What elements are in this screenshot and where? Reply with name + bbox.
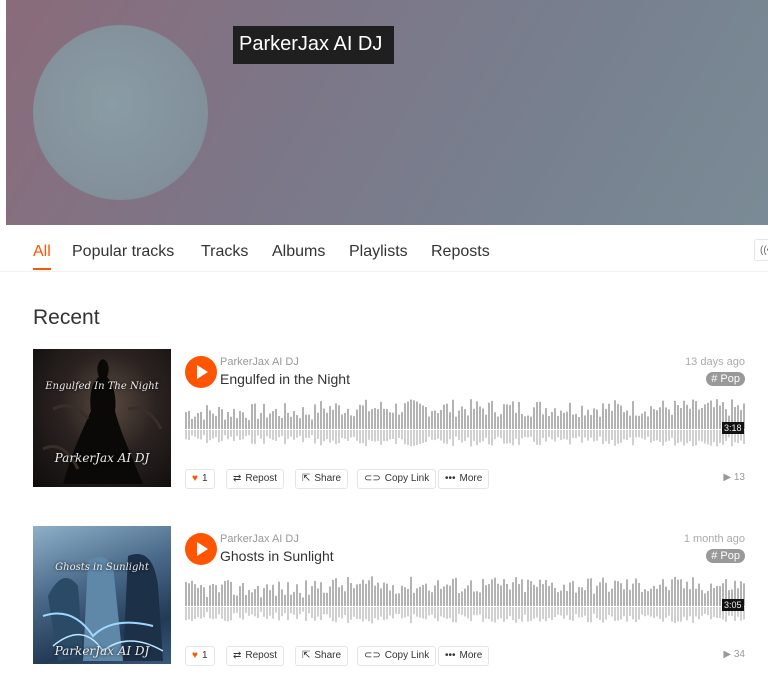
tab-all[interactable]: All — [33, 243, 51, 270]
share-label: Share — [314, 650, 342, 661]
tab-albums[interactable]: Albums — [272, 243, 325, 261]
like-button[interactable]: ♥ 1 — [185, 469, 215, 489]
copy-link-button[interactable]: ⊂⊃ Copy Link — [357, 469, 437, 489]
copy-link-label: Copy Link — [384, 650, 430, 661]
track-title[interactable]: Ghosts in Sunlight — [220, 548, 334, 564]
play-button[interactable] — [185, 356, 217, 388]
more-label: More — [459, 473, 483, 484]
share-button[interactable]: ⇱ Share — [295, 646, 349, 666]
track-artwork[interactable]: Ghosts in Sunlight ParkerJax AI DJ — [33, 526, 171, 664]
repost-button[interactable]: ⇄ Repost — [226, 469, 285, 489]
section-title: Recent — [33, 306, 100, 329]
track-item: Ghosts in Sunlight ParkerJax AI DJ Parke… — [0, 526, 768, 676]
tab-reposts[interactable]: Reposts — [431, 243, 490, 261]
more-button[interactable]: ••• More — [438, 646, 490, 666]
more-icon: ••• — [445, 473, 456, 484]
play-count-icon: ▶ — [723, 649, 734, 660]
copy-link-label: Copy Link — [384, 473, 430, 484]
play-count-value: 34 — [733, 649, 745, 660]
more-button[interactable]: ••• More — [438, 469, 490, 489]
track-timestamp: 1 month ago — [683, 533, 745, 545]
artwork-signature: ParkerJax AI DJ — [54, 451, 150, 465]
profile-header: ParkerJax AI DJ — [6, 0, 768, 225]
like-button[interactable]: ♥ 1 — [185, 646, 215, 666]
track-artwork[interactable]: Engulfed In The Night ParkerJax AI DJ — [33, 349, 171, 487]
repost-icon: ⇄ — [233, 650, 242, 661]
waveform[interactable] — [185, 397, 745, 449]
more-label: More — [459, 650, 483, 661]
heart-icon: ♥ — [192, 650, 198, 661]
play-count: ▶ 34 — [723, 649, 745, 660]
track-timestamp: 13 days ago — [685, 356, 745, 368]
artwork-signature: ParkerJax AI DJ — [54, 644, 150, 658]
share-icon: ⇱ — [302, 473, 311, 484]
track-artist[interactable]: ParkerJax AI DJ — [220, 356, 299, 368]
genre-tag[interactable]: # Pop — [706, 372, 745, 386]
tab-tracks[interactable]: Tracks — [201, 243, 248, 261]
share-button[interactable]: ⇱ Share — [295, 469, 349, 489]
play-count: ▶ 13 — [723, 472, 745, 483]
share-icon: ⇱ — [302, 650, 311, 661]
copy-link-button[interactable]: ⊂⊃ Copy Link — [357, 646, 437, 666]
figure-silhouette — [42, 359, 163, 484]
artwork-title: Engulfed In The Night — [45, 381, 159, 392]
link-icon: ⊂⊃ — [364, 473, 381, 484]
station-button[interactable]: ((• — [754, 239, 768, 261]
station-icon: ((• — [760, 245, 768, 256]
tab-playlists[interactable]: Playlists — [349, 243, 408, 261]
track-item: Engulfed In The Night ParkerJax AI DJ Pa… — [0, 349, 768, 499]
genre-tag[interactable]: # Pop — [706, 549, 745, 563]
share-label: Share — [314, 473, 342, 484]
like-count: 1 — [201, 473, 208, 484]
repost-label: Repost — [245, 650, 278, 661]
avatar[interactable] — [33, 25, 208, 200]
track-duration: 3:05 — [722, 599, 744, 611]
repost-icon: ⇄ — [233, 473, 242, 484]
link-icon: ⊂⊃ — [364, 650, 381, 661]
waveform[interactable] — [185, 574, 745, 626]
track-duration: 3:18 — [722, 422, 744, 434]
play-count-icon: ▶ — [723, 472, 734, 483]
more-icon: ••• — [445, 650, 456, 661]
play-count-value: 13 — [733, 472, 745, 483]
profile-tabs: All Popular tracks Tracks Albums Playlis… — [0, 226, 768, 272]
like-count: 1 — [201, 650, 208, 661]
track-artist[interactable]: ParkerJax AI DJ — [220, 533, 299, 545]
play-button[interactable] — [185, 533, 217, 565]
heart-icon: ♥ — [192, 473, 198, 484]
repost-button[interactable]: ⇄ Repost — [226, 646, 285, 666]
artwork-title: Ghosts in Sunlight — [55, 562, 149, 573]
tab-popular-tracks[interactable]: Popular tracks — [72, 243, 174, 261]
repost-label: Repost — [245, 473, 278, 484]
track-title[interactable]: Engulfed in the Night — [220, 371, 350, 387]
profile-name: ParkerJax AI DJ — [233, 26, 395, 64]
